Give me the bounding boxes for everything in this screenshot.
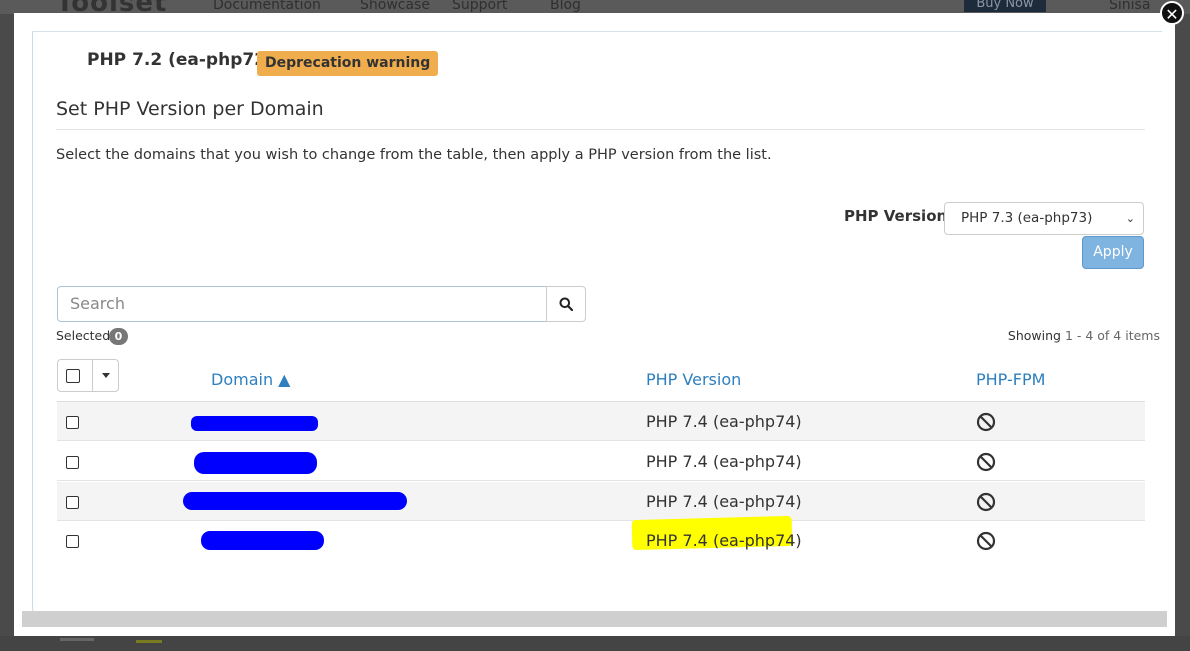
background-site-footer bbox=[0, 636, 1190, 651]
caret-down-icon[interactable] bbox=[102, 373, 110, 378]
redacted-domain bbox=[194, 452, 317, 474]
php-version-selected-value: PHP 7.3 (ea-php73) bbox=[961, 210, 1093, 226]
row-checkbox[interactable] bbox=[66, 416, 79, 429]
background-site-header: Toolset Documentation Showcase Support B… bbox=[0, 0, 1190, 14]
row-divider bbox=[57, 440, 1145, 441]
row-php-version: PHP 7.4 (ea-php74) bbox=[646, 452, 802, 471]
table-row: PHP 7.4 (ea-php74) bbox=[57, 442, 1145, 481]
deprecation-warning-badge: Deprecation warning bbox=[257, 51, 439, 76]
row-divider bbox=[57, 480, 1145, 481]
section-description: Select the domains that you wish to chan… bbox=[56, 147, 772, 163]
disabled-icon bbox=[976, 412, 996, 432]
row-checkbox[interactable] bbox=[66, 496, 79, 509]
user-name[interactable]: Sinisa bbox=[1109, 0, 1150, 13]
column-header-php-fpm[interactable]: PHP-FPM bbox=[976, 370, 1045, 389]
row-php-version: PHP 7.4 (ea-php74) bbox=[646, 412, 802, 431]
row-checkbox[interactable] bbox=[66, 456, 79, 469]
redacted-domain bbox=[191, 416, 318, 431]
redacted-domain bbox=[183, 492, 407, 510]
background-mark bbox=[136, 640, 162, 643]
nav-blog[interactable]: Blog bbox=[550, 0, 581, 13]
row-checkbox[interactable] bbox=[66, 535, 79, 548]
current-php-version-title: PHP 7.2 (ea-php72) bbox=[87, 50, 274, 70]
showing-label: Showing bbox=[1007, 328, 1061, 343]
column-header-php-version[interactable]: PHP Version bbox=[646, 370, 741, 389]
nav-documentation[interactable]: Documentation bbox=[213, 0, 321, 13]
bulk-select-separator bbox=[92, 360, 93, 391]
row-php-version: PHP 7.4 (ea-php74) bbox=[646, 492, 802, 511]
search-button[interactable] bbox=[546, 286, 586, 322]
nav-showcase[interactable]: Showcase bbox=[360, 0, 430, 13]
column-header-domain[interactable]: Domain ▲ bbox=[211, 370, 290, 389]
apply-button[interactable]: Apply bbox=[1082, 236, 1144, 269]
selected-label: Selected bbox=[56, 328, 111, 343]
site-logo: Toolset bbox=[56, 0, 167, 14]
background-mark bbox=[60, 638, 94, 641]
chevron-down-icon: ⌄ bbox=[1125, 212, 1135, 225]
disabled-icon bbox=[976, 531, 996, 551]
php-version-select[interactable]: PHP 7.3 (ea-php73) ⌄ bbox=[944, 202, 1144, 235]
selected-count-badge: 0 bbox=[109, 328, 128, 345]
close-icon[interactable]: ✕ bbox=[1160, 1, 1184, 25]
section-title: Set PHP Version per Domain bbox=[56, 98, 324, 120]
disabled-icon bbox=[976, 452, 996, 472]
disabled-icon bbox=[976, 492, 996, 512]
redacted-domain bbox=[201, 531, 324, 550]
search-icon bbox=[559, 297, 573, 311]
table-row: PHP 7.4 (ea-php74) bbox=[57, 402, 1145, 441]
table-row: PHP 7.4 (ea-php74) bbox=[57, 482, 1145, 521]
horizontal-scrollbar[interactable] bbox=[22, 611, 1167, 627]
buy-now-button[interactable]: Buy Now bbox=[964, 0, 1046, 12]
showing-range: 1 - 4 of 4 items bbox=[1064, 328, 1160, 343]
section-divider bbox=[56, 129, 1145, 130]
nav-support[interactable]: Support bbox=[452, 0, 507, 13]
search-input[interactable]: Search bbox=[57, 286, 547, 322]
php-version-label: PHP Version bbox=[844, 207, 948, 225]
row-php-version: PHP 7.4 (ea-php74) bbox=[646, 531, 802, 550]
select-all-checkbox[interactable] bbox=[66, 369, 80, 383]
table-row: PHP 7.4 (ea-php74) bbox=[57, 515, 1145, 560]
pagination-summary: Showing 1 - 4 of 4 items bbox=[1008, 328, 1160, 343]
bulk-select-control[interactable] bbox=[57, 359, 119, 392]
